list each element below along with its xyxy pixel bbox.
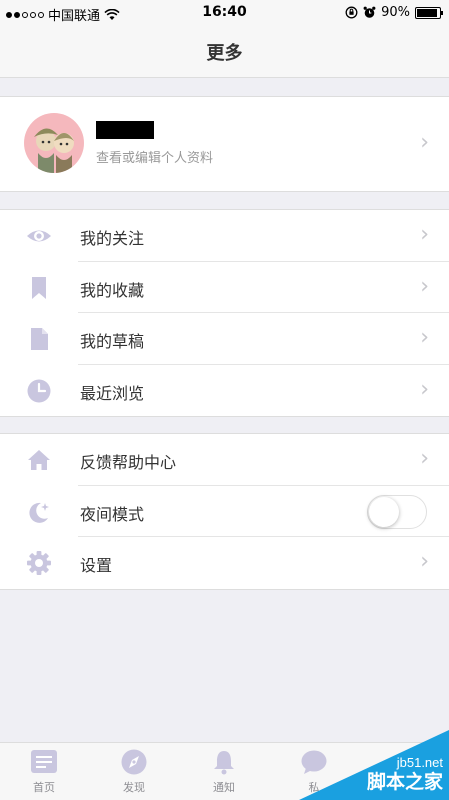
tab-label: 通知 [213,781,235,794]
profile-row[interactable]: 查看或编辑个人资料 › [0,96,449,192]
menu-item-label: 反馈帮助中心 [80,453,177,472]
battery-icon [415,6,443,19]
chevron-right-icon: › [420,549,429,574]
chevron-right-icon: › [420,446,429,471]
watermark-name: 脚本之家 [366,771,443,793]
tab-home[interactable]: 首页 [9,749,79,795]
rotation-lock-icon [345,6,358,19]
gear-icon [27,551,51,575]
menu-item-help[interactable]: 反馈帮助中心 › [0,434,449,486]
chevron-right-icon: › [420,130,429,155]
nav-bar: 更多 [0,26,449,78]
chevron-right-icon: › [420,376,429,402]
menu-item-label: 我的草稿 [80,332,145,351]
menu-item-label: 我的收藏 [80,280,145,300]
menu-item-label: 最近浏览 [80,383,145,403]
bookmark-icon [32,276,46,299]
alarm-icon [363,6,376,18]
night-mode-toggle[interactable] [367,494,427,529]
clock-icon [27,379,51,402]
chevron-right-icon: › [420,222,429,247]
username-redacted [96,121,154,139]
menu-item-label: 设置 [80,556,113,575]
tab-discover[interactable]: 发现 [99,749,169,795]
chevron-right-icon: › [420,273,429,299]
battery-percent: 90% [381,5,410,20]
home-icon [28,450,50,470]
status-bar: 中国联通 16:40 90% [0,0,449,26]
avatar[interactable] [24,113,84,173]
menu-item-label: 我的关注 [80,229,145,248]
menu-item-settings[interactable]: 设置 › [0,537,449,589]
document-icon [31,328,48,350]
menu-item-recent[interactable]: 最近浏览 › [0,365,449,417]
moon-icon [29,502,49,523]
bell-icon [214,751,234,775]
compass-icon [121,749,147,775]
menu-item-following[interactable]: 我的关注 › [0,210,449,262]
tab-label: 发现 [123,781,145,794]
chevron-right-icon: › [420,325,429,350]
news-icon [31,750,57,773]
menu-item-drafts[interactable]: 我的草稿 › [0,313,449,365]
menu-item-favorites[interactable]: 我的收藏 › [0,262,449,313]
page-title: 更多 [206,42,243,64]
tab-label: 首页 [33,781,55,794]
menu-item-label: 夜间模式 [80,504,145,524]
eye-icon [27,230,51,242]
site-watermark: jb51.net 脚本之家 [299,730,449,800]
profile-subtitle: 查看或编辑个人资料 [96,151,214,166]
menu-group-1: 我的关注 › 我的收藏 › 我的草稿 › 最近浏览 › [0,209,449,417]
tab-notifications[interactable]: 通知 [189,749,259,795]
menu-item-night-mode: 夜间模式 [0,486,449,537]
menu-group-2: 反馈帮助中心 › 夜间模式 设置 › [0,433,449,590]
